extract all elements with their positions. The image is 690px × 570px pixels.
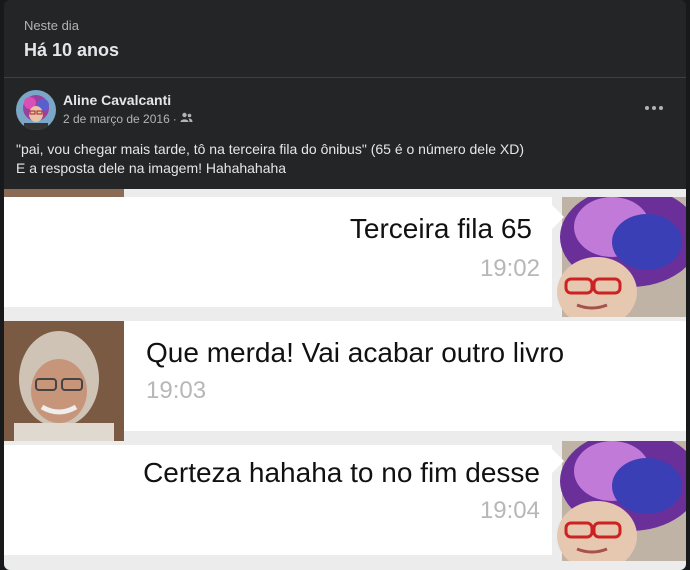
message-time: 19:04 <box>479 497 540 524</box>
sender-photo-daughter <box>552 441 686 561</box>
more-dot-icon <box>652 106 656 110</box>
post-text: "pai, vou chegar mais tarde, tô na terce… <box>16 140 676 178</box>
post-text-line: E a resposta dele na imagem! Hahahahaha <box>16 160 287 176</box>
more-dot-icon <box>645 106 649 110</box>
memory-card: Neste dia Há 10 anos Aline Cavalcanti 2 … <box>4 0 686 570</box>
post-meta: 2 de março de 2016 · <box>63 112 193 126</box>
message-time: 19:02 <box>479 255 540 282</box>
more-dot-icon <box>659 106 663 110</box>
message-time: 19:03 <box>146 377 207 404</box>
memory-header: Neste dia Há 10 anos <box>24 18 119 61</box>
photo-sliver <box>4 189 124 197</box>
post-image[interactable]: Terceira fila 65 19:02 Que merda! Vai ac… <box>4 189 686 570</box>
post-date[interactable]: 2 de março de 2016 <box>63 112 170 126</box>
post-text-line: "pai, vou chegar mais tarde, tô na terce… <box>16 141 524 157</box>
sender-photo-daughter <box>552 197 686 317</box>
memory-subtitle: Neste dia <box>24 18 79 33</box>
more-options-button[interactable] <box>640 96 668 120</box>
author-name[interactable]: Aline Cavalcanti <box>63 92 171 108</box>
sender-photo-father <box>4 321 136 441</box>
friends-icon <box>180 112 193 126</box>
message-text: Certeza hahaha to no fim desse <box>143 457 540 488</box>
message-text: Terceira fila 65 <box>349 213 532 244</box>
avatar[interactable] <box>16 90 56 130</box>
memory-title: Há 10 anos <box>24 40 120 60</box>
meta-separator: · <box>172 112 177 126</box>
message-text: Que merda! Vai acabar outro livro <box>146 337 565 368</box>
divider <box>4 77 686 78</box>
